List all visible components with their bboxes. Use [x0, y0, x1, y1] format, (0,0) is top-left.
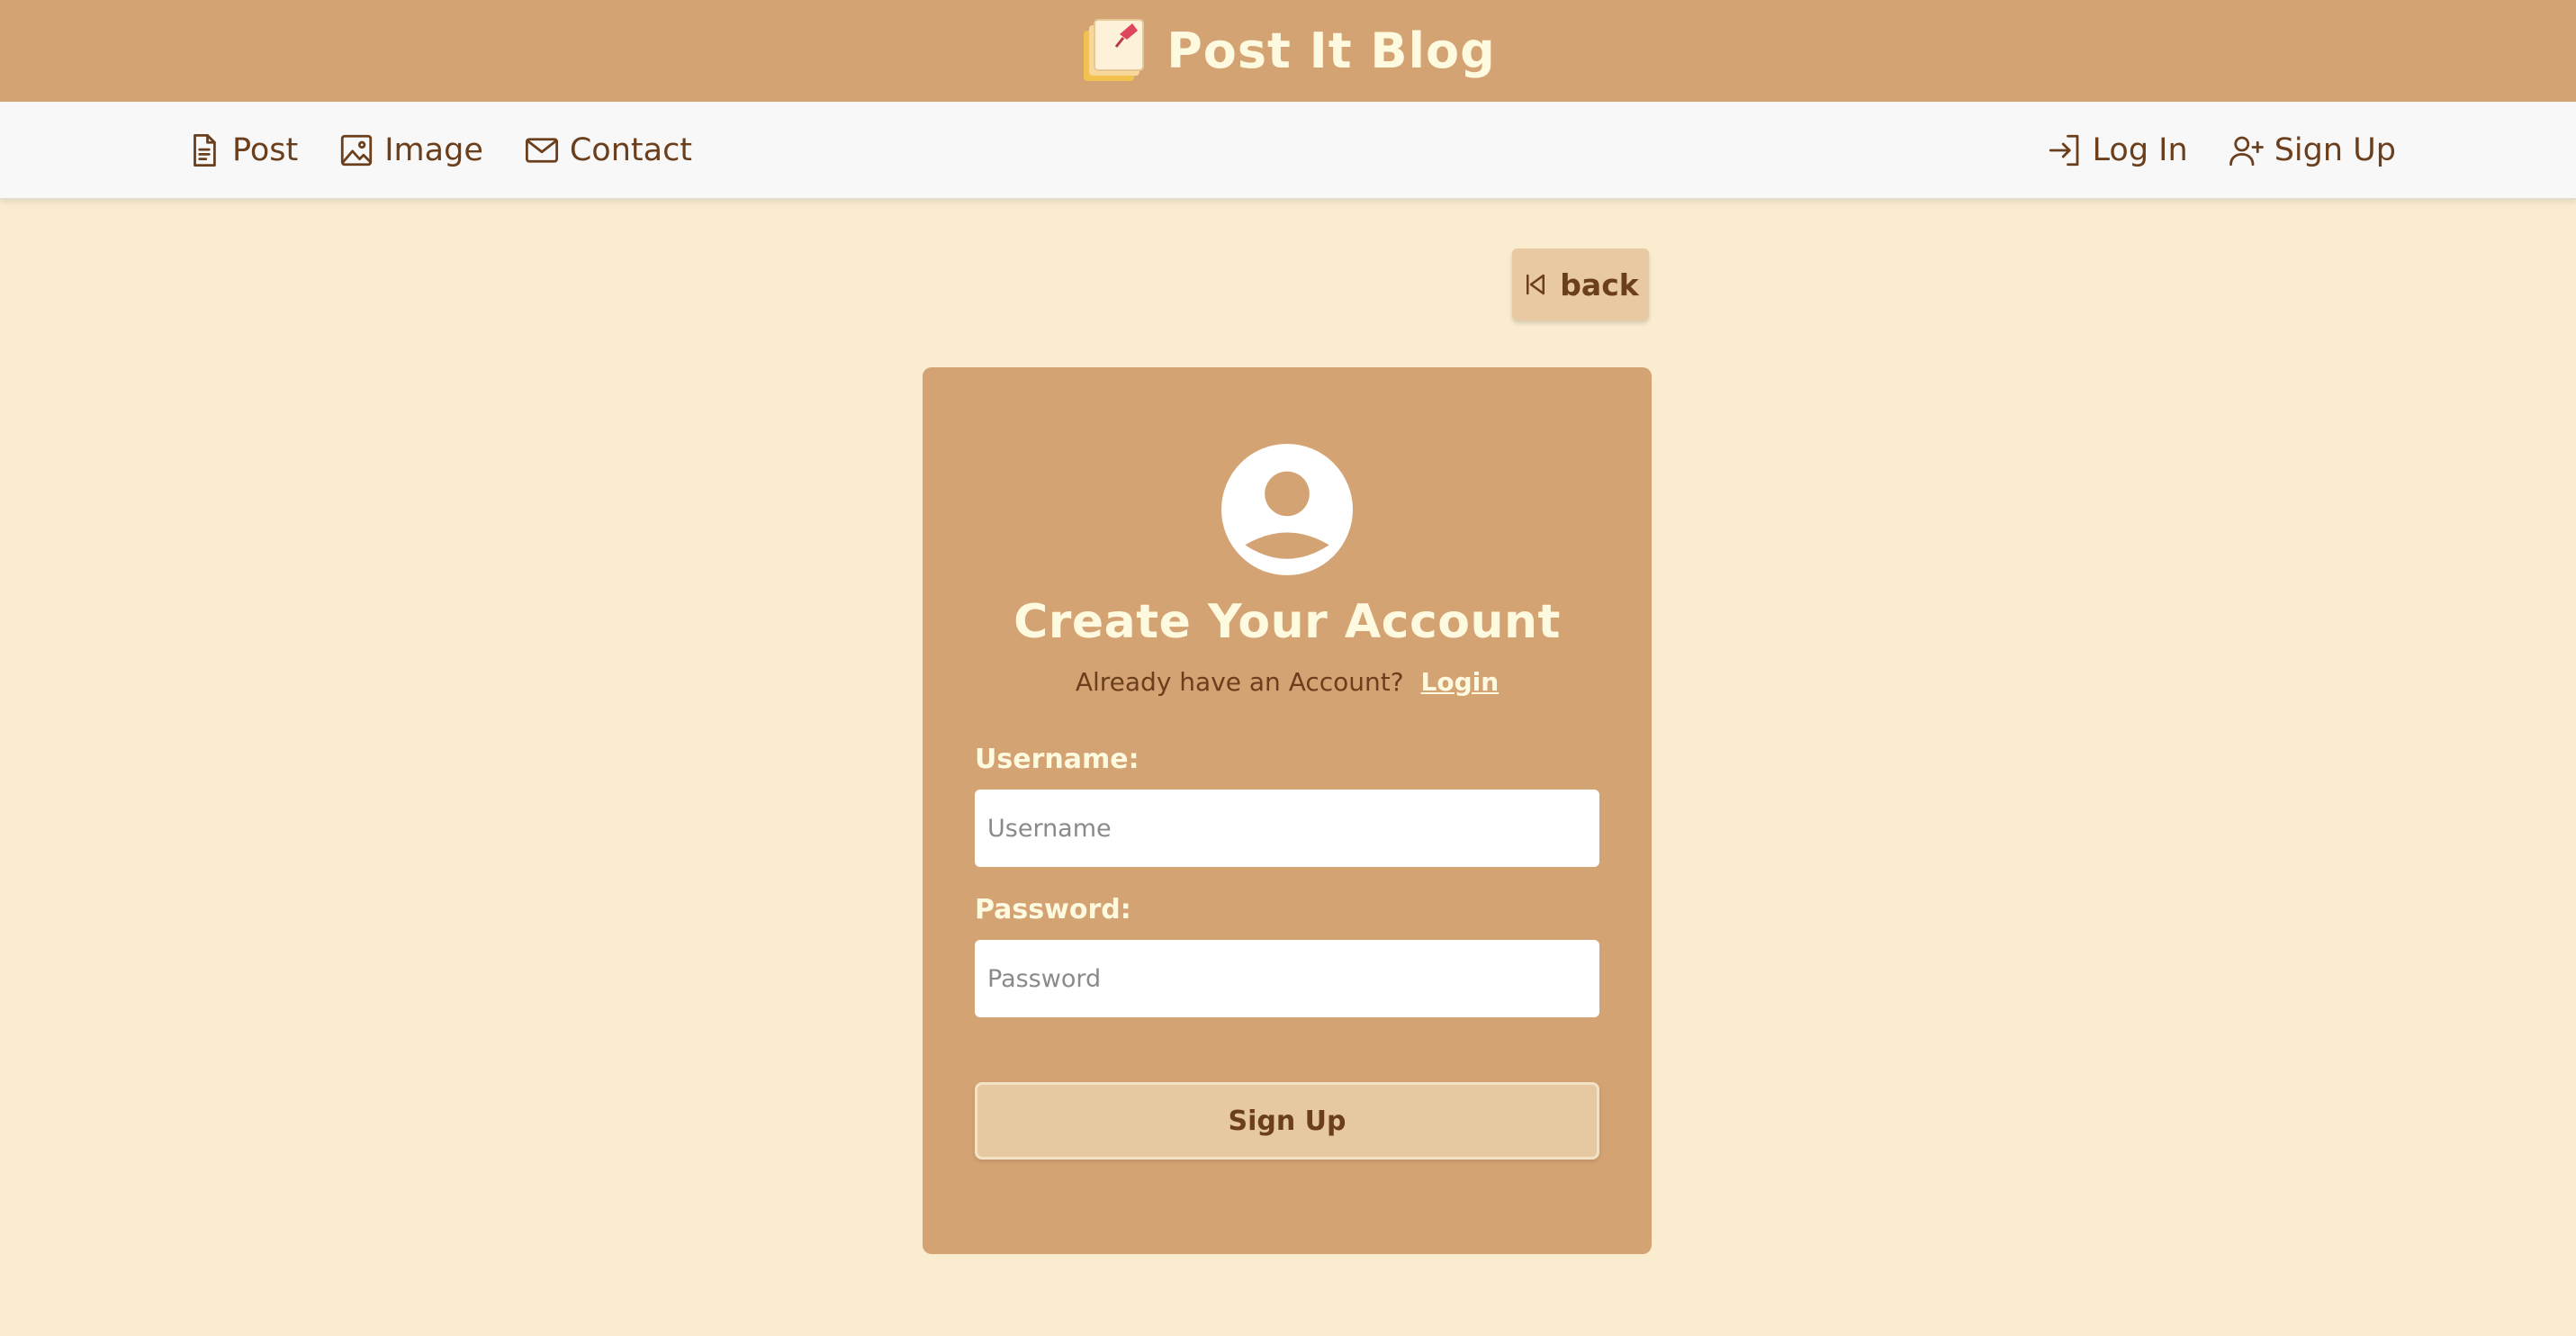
brand[interactable]: Post It Blog: [1080, 18, 1496, 85]
user-avatar-icon: [1221, 444, 1353, 575]
nav-post-link[interactable]: Post: [185, 131, 298, 169]
username-input[interactable]: [975, 790, 1599, 867]
login-icon: [2049, 134, 2078, 166]
envelope-icon: [525, 137, 558, 163]
nav-contact-label: Contact: [569, 131, 693, 168]
login-link[interactable]: Login: [1421, 667, 1500, 697]
nav-left: Post Image Contact: [185, 131, 692, 169]
password-input[interactable]: [975, 940, 1599, 1017]
main-navbar: Post Image Contact Log In Sign Up: [0, 102, 2576, 200]
nav-contact-link[interactable]: Contact: [523, 131, 692, 169]
top-banner: Post It Blog: [0, 0, 2576, 102]
sticky-note-logo-icon: [1084, 18, 1145, 81]
nav-image-label: Image: [384, 131, 483, 168]
site-title: Post It Blog: [1166, 23, 1496, 79]
signup-card: Create Your Account Already have an Acco…: [923, 367, 1652, 1254]
nav-right: Log In Sign Up: [2046, 131, 2396, 169]
nav-login-label: Log In: [2092, 131, 2188, 168]
nav-post-label: Post: [232, 131, 299, 168]
signup-submit-button[interactable]: Sign Up: [975, 1082, 1599, 1160]
login-prompt-text: Already have an Account?: [1075, 667, 1404, 697]
back-label: back: [1560, 266, 1639, 302]
password-label: Password:: [975, 894, 1131, 925]
login-prompt: Already have an Account? Login: [975, 667, 1599, 697]
nav-signup-link[interactable]: Sign Up: [2228, 131, 2396, 169]
username-label: Username:: [975, 744, 1139, 775]
document-icon: [194, 133, 216, 167]
nav-signup-label: Sign Up: [2274, 131, 2396, 168]
form-title: Create Your Account: [1013, 595, 1561, 649]
image-icon: [341, 134, 373, 166]
skip-back-icon: [1527, 274, 1545, 295]
nav-image-link[interactable]: Image: [338, 131, 483, 169]
back-button[interactable]: back: [1512, 248, 1649, 320]
back-area: back: [1512, 248, 1649, 320]
nav-login-link[interactable]: Log In: [2046, 131, 2188, 169]
person-add-icon: [2229, 136, 2264, 166]
